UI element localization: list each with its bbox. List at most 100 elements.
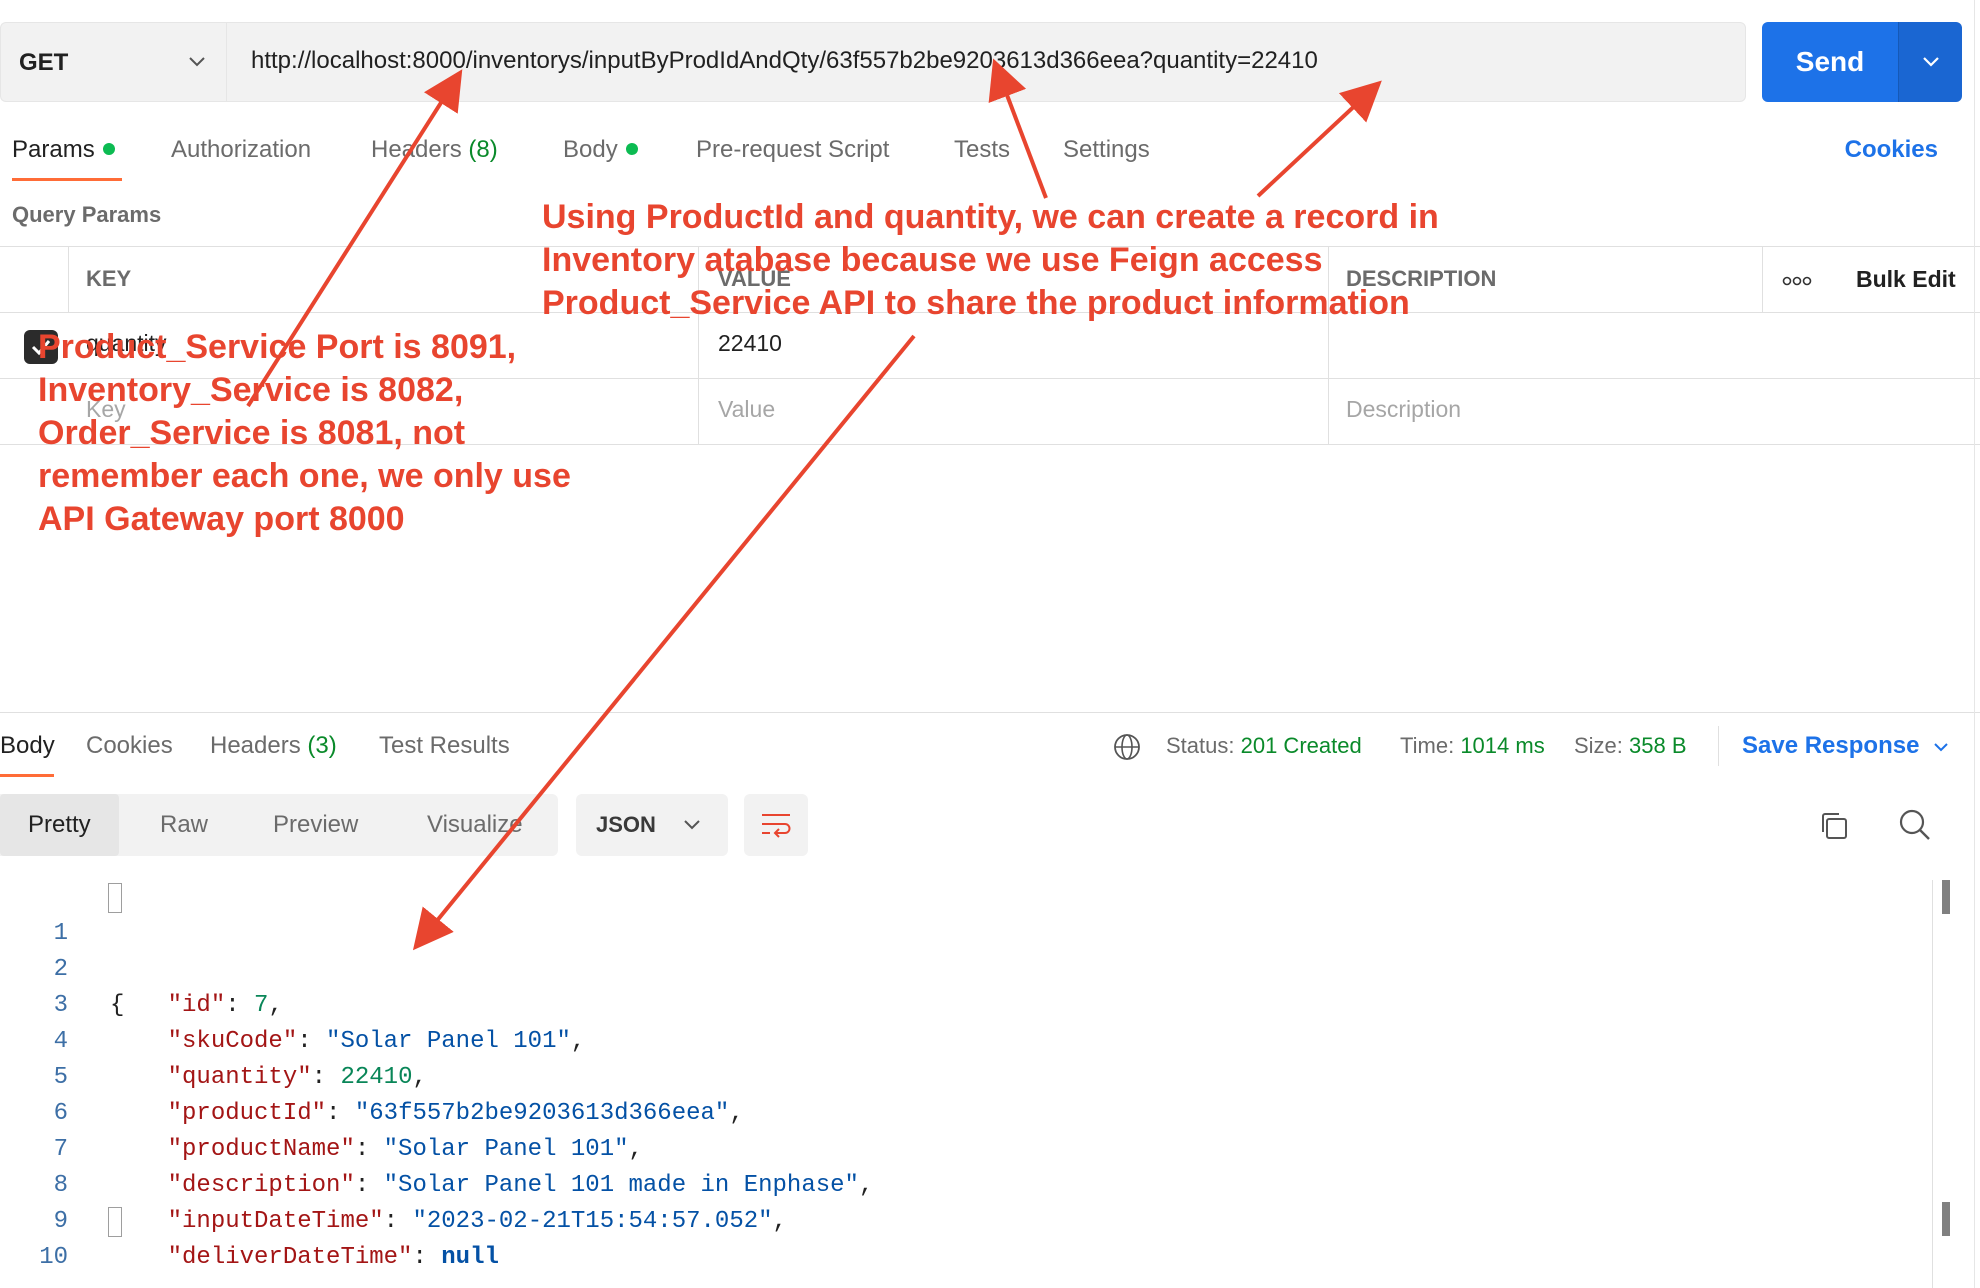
wrap-lines-button[interactable] [744, 794, 808, 856]
status-dot-icon [625, 142, 638, 155]
tab-authorization[interactable]: Authorization [171, 130, 311, 182]
annotation-line: Inventory atabase because we use Feign a… [542, 241, 1323, 279]
window-edge [1974, 0, 1975, 1288]
code-line: 6 "productName": "Solar Panel 101", [0, 1060, 1900, 1163]
query-params-title: Query Params [12, 202, 162, 227]
annotation-line: Order_Service is 8081, not [38, 414, 466, 452]
status-label: Status: [1166, 733, 1235, 758]
chevron-down-icon [1923, 57, 1939, 67]
tab-params[interactable]: Params [12, 130, 115, 182]
value-placeholder[interactable]: Value [718, 396, 775, 423]
chevron-down-icon [684, 820, 700, 830]
tab-response-cookies[interactable]: Cookies [86, 726, 173, 778]
cookies-link[interactable]: Cookies [1845, 130, 1938, 170]
view-visualize-button[interactable]: Visualize [427, 794, 523, 856]
time-label: Time: [1400, 733, 1455, 758]
tab-response-headers-count: (3) [307, 732, 337, 759]
response-tabs: Body Cookies Headers (3) Test Results St… [0, 726, 1980, 778]
annotation-line: API Gateway port 8000 [38, 500, 405, 538]
method-label: GET [19, 49, 69, 76]
view-mode-segmented-control: Pretty Raw Preview Visualize [0, 794, 558, 856]
table-divider [1762, 246, 1763, 312]
tab-body-label: Body [563, 136, 618, 163]
tab-headers[interactable]: Headers (8) [371, 130, 498, 182]
response-body-code[interactable]: 1 { 2 "id": 7, 3 "skuCode": "Solar Panel… [0, 880, 1980, 1288]
annotation-line: Inventory_Service is 8082, [38, 371, 464, 409]
request-tabs: Params Authorization Headers (8) Body Pr… [0, 130, 1980, 182]
url-input[interactable]: http://localhost:8000/inventorys/inputBy… [226, 22, 1746, 102]
tab-headers-label: Headers [371, 136, 462, 163]
line-number: 10 [39, 1244, 68, 1271]
format-label: JSON [596, 812, 656, 837]
description-placeholder[interactable]: Description [1346, 396, 1461, 423]
annotation-line: Product_Service Port is 8091, [38, 328, 517, 366]
code-line: 5 "productId": "63f557b2be9203613d366eea… [0, 1024, 1900, 1127]
code-line: 1 { [0, 880, 1900, 1019]
tab-pre-request-script[interactable]: Pre-request Script [696, 130, 889, 182]
view-pretty-button[interactable]: Pretty [0, 794, 119, 856]
send-button[interactable]: Send [1762, 22, 1898, 102]
more-options-icon[interactable] [1782, 276, 1812, 286]
tab-tests[interactable]: Tests [954, 130, 1010, 182]
table-divider [68, 246, 69, 312]
response-divider [0, 712, 1980, 713]
view-preview-button[interactable]: Preview [273, 794, 358, 856]
tab-response-body[interactable]: Body [0, 726, 55, 778]
active-tab-indicator [0, 774, 54, 777]
url-bar: GET http://localhost:8000/inventorys/inp… [0, 22, 1980, 102]
annotation-line: Using ProductId and quantity, we can cre… [542, 198, 1439, 236]
save-response-button[interactable]: Save Response [1742, 726, 1919, 766]
json-value: null [441, 1244, 499, 1271]
time-indicator: Time: 1014 ms [1400, 726, 1545, 766]
size-value: 358 B [1629, 733, 1687, 758]
code-line: 8 "inputDateTime": "2023-02-21T15:54:57.… [0, 1132, 1900, 1235]
time-value: 1014 ms [1460, 733, 1545, 758]
scrollbar-marker[interactable] [1942, 880, 1950, 914]
brace-highlight [108, 1207, 122, 1237]
column-header-key: KEY [86, 266, 132, 291]
copy-icon[interactable] [1818, 810, 1850, 842]
code-line: 4 "quantity": 22410, [0, 988, 1900, 1091]
json-key: "deliverDateTime" [167, 1244, 413, 1271]
size-indicator: Size: 358 B [1574, 726, 1687, 766]
code-gutter-divider [1932, 880, 1933, 1288]
code-line: 7 "description": "Solar Panel 101 made i… [0, 1096, 1900, 1199]
tab-headers-count: (8) [468, 136, 498, 163]
code-line: 9 "deliverDateTime": null [0, 1168, 1900, 1271]
chevron-down-icon [189, 57, 205, 67]
response-view-toolbar: Pretty Raw Preview Visualize JSON [0, 794, 1980, 858]
tab-params-label: Params [12, 136, 95, 163]
status-dot-icon [102, 142, 115, 155]
view-raw-button[interactable]: Raw [160, 794, 208, 856]
scrollbar-marker[interactable] [1942, 1202, 1950, 1236]
tab-response-headers[interactable]: Headers (3) [210, 726, 337, 778]
annotation-line: Product_Service API to share the product… [542, 284, 1410, 322]
tab-test-results[interactable]: Test Results [379, 726, 510, 778]
globe-icon[interactable] [1112, 732, 1142, 762]
size-label: Size: [1574, 733, 1623, 758]
code-line: 2 "id": 7, [0, 916, 1900, 1019]
tab-response-headers-label: Headers [210, 732, 301, 759]
method-select[interactable]: GET [0, 22, 226, 102]
annotation-note-ports: Product_Service Port is 8091, Inventory_… [38, 326, 571, 541]
active-tab-indicator [12, 178, 122, 181]
format-select[interactable]: JSON [576, 794, 728, 856]
code-text: "deliverDateTime": null [167, 1244, 499, 1271]
url-text: http://localhost:8000/inventorys/inputBy… [251, 47, 1318, 74]
status-value: 201 Created [1240, 733, 1362, 758]
tab-body[interactable]: Body [563, 130, 638, 182]
wrap-lines-icon [762, 814, 791, 838]
separator [1718, 726, 1719, 766]
annotation-note-feign: Using ProductId and quantity, we can cre… [542, 196, 1439, 325]
status-indicator: Status: 201 Created [1166, 726, 1362, 766]
send-options-button[interactable] [1898, 22, 1962, 102]
tab-settings[interactable]: Settings [1063, 130, 1150, 182]
annotation-line: remember each one, we only use [38, 457, 571, 495]
param-value[interactable]: 22410 [718, 330, 782, 357]
search-icon[interactable] [1898, 808, 1932, 842]
code-line: 3 "skuCode": "Solar Panel 101", [0, 952, 1900, 1055]
bulk-edit-button[interactable]: Bulk Edit [1856, 266, 1956, 293]
chevron-down-icon[interactable] [1932, 738, 1950, 756]
brace-highlight [108, 883, 122, 913]
code-line: 10 } [0, 1204, 1900, 1271]
